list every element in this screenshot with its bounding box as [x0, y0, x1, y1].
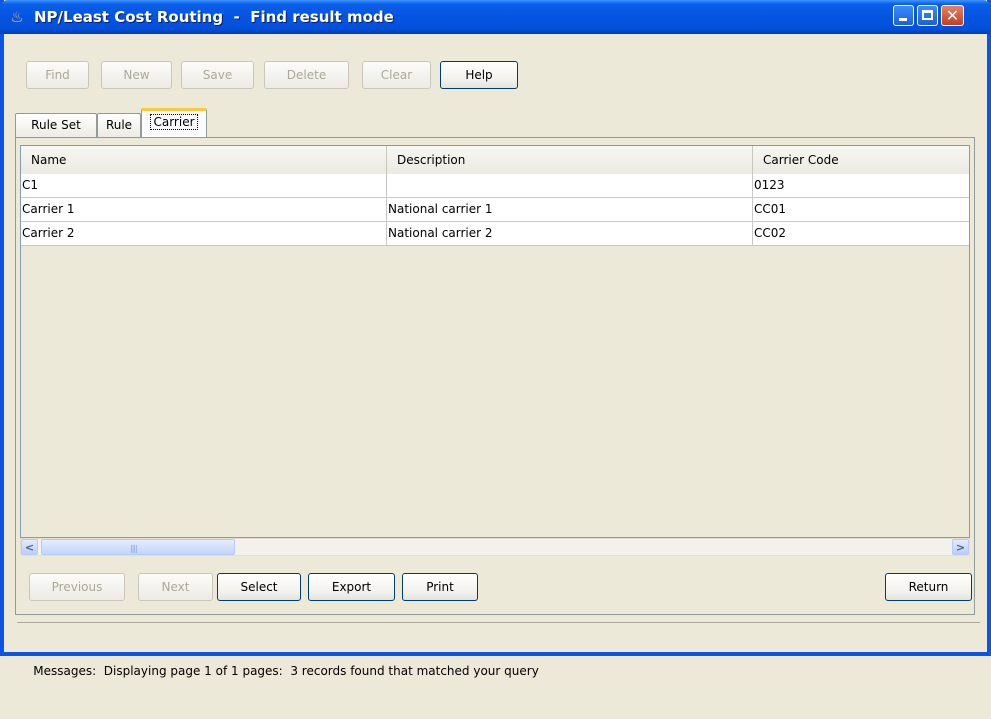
cell-description: National carrier 2: [387, 222, 753, 245]
help-button[interactable]: Help: [440, 61, 518, 89]
minimize-icon: [899, 18, 907, 21]
tab-rule[interactable]: Rule: [97, 113, 141, 137]
tab-panel: Name Description Carrier Code C1 0123 Ca…: [15, 137, 975, 615]
table-header: Name Description Carrier Code: [21, 146, 969, 175]
cell-carrier-code: CC01: [754, 202, 787, 216]
print-button[interactable]: Print: [402, 573, 478, 601]
previous-button[interactable]: Previous: [29, 573, 125, 601]
table-row[interactable]: C1 0123: [21, 174, 969, 198]
cell-name: Carrier 1: [21, 198, 387, 221]
cell-description: [387, 174, 753, 197]
tab-carrier[interactable]: Carrier: [141, 108, 207, 137]
tab-label: Rule: [105, 118, 133, 132]
carrier-table: Name Description Carrier Code C1 0123 Ca…: [20, 145, 970, 538]
column-header-description[interactable]: Description: [387, 146, 753, 174]
find-button[interactable]: Find: [26, 61, 89, 89]
title-bar[interactable]: ♨ NP/Least Cost Routing - Find result mo…: [0, 0, 991, 34]
export-button[interactable]: Export: [308, 573, 395, 601]
close-button[interactable]: ✕: [941, 5, 964, 26]
app-window: ♨ NP/Least Cost Routing - Find result mo…: [0, 0, 991, 678]
minimize-button[interactable]: [893, 5, 914, 26]
status-bar: Messages: Displaying page 1 of 1 pages: …: [17, 622, 980, 678]
java-cup-icon: ♨: [10, 8, 24, 26]
close-icon: ✕: [945, 6, 960, 25]
clear-button[interactable]: Clear: [362, 61, 431, 89]
scroll-right-arrow-icon[interactable]: >: [952, 539, 969, 555]
return-button[interactable]: Return: [885, 573, 972, 601]
column-header-name[interactable]: Name: [21, 146, 387, 174]
next-button[interactable]: Next: [138, 573, 213, 601]
scrollbar-grip-icon: ||||: [130, 544, 138, 553]
cell-name: Carrier 2: [21, 222, 387, 245]
new-button[interactable]: New: [101, 61, 172, 89]
table-row[interactable]: Carrier 2 National carrier 2 CC02: [21, 222, 969, 246]
window-title: NP/Least Cost Routing - Find result mode: [34, 8, 394, 26]
cell-carrier-code: CC02: [754, 226, 787, 240]
status-message: Messages: Displaying page 1 of 1 pages: …: [33, 664, 539, 678]
tab-rule-set[interactable]: Rule Set: [15, 113, 97, 137]
select-button[interactable]: Select: [217, 573, 301, 601]
save-button[interactable]: Save: [181, 61, 254, 89]
scrollbar-thumb[interactable]: ||||: [41, 539, 235, 555]
horizontal-scrollbar[interactable]: < |||| >: [20, 538, 970, 556]
cell-name: C1: [21, 174, 387, 197]
cell-carrier-code: 0123: [754, 178, 785, 192]
table-row[interactable]: Carrier 1 National carrier 1 CC01: [21, 198, 969, 222]
tab-label: Carrier: [150, 114, 198, 130]
delete-button[interactable]: Delete: [264, 61, 349, 89]
tab-label: Rule Set: [31, 118, 81, 132]
cell-description: National carrier 1: [387, 198, 753, 221]
maximize-button[interactable]: [917, 5, 938, 26]
column-header-carrier-code[interactable]: Carrier Code: [753, 146, 969, 174]
scroll-left-arrow-icon[interactable]: <: [21, 539, 38, 555]
maximize-icon: [922, 10, 933, 20]
